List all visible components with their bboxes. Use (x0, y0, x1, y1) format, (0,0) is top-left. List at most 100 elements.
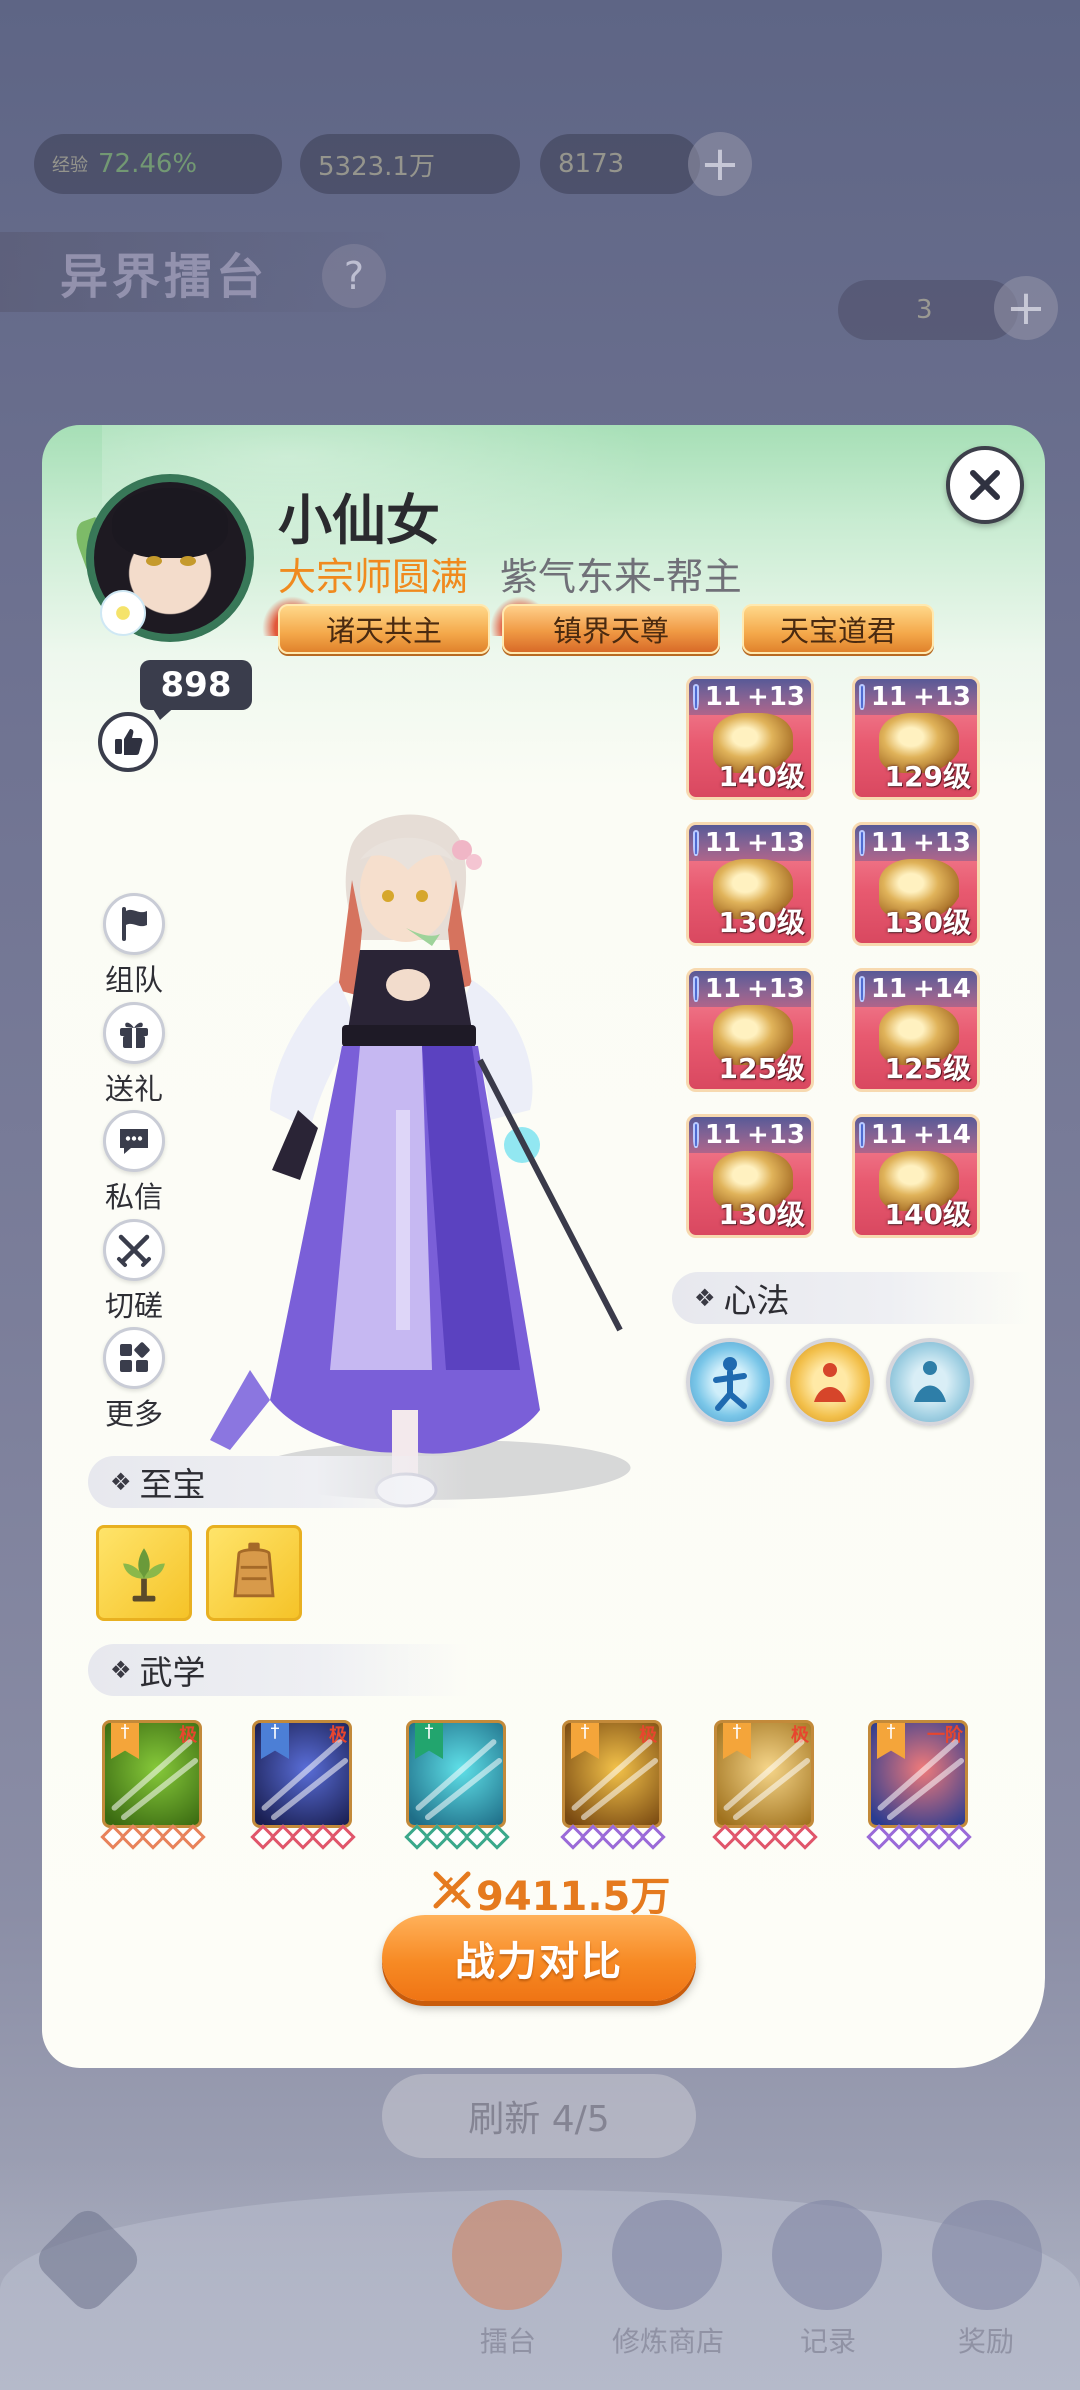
equipment-slot-helmet[interactable]: 11 +13 129级 (852, 676, 980, 800)
martial-skill-2[interactable]: † 极 (252, 1720, 352, 1828)
nav-shop-icon (612, 2200, 722, 2310)
nav-record-icon (772, 2200, 882, 2310)
private-message-button[interactable]: 私信 (94, 1110, 174, 1216)
nav-label-record: 记录 (800, 2325, 857, 2358)
martial-skill-4[interactable]: † 极 (562, 1720, 662, 1828)
shield-icon (859, 684, 865, 710)
equipment-level: 125级 (884, 1052, 971, 1085)
equipment-enhance: +13 (913, 682, 971, 712)
title-badge-1[interactable]: 诸天共主 (278, 604, 490, 654)
martial-skill-3[interactable]: † (406, 1720, 506, 1828)
equipment-tier-bar: 11 +13 (689, 971, 811, 1007)
shield-icon (693, 684, 699, 710)
nav-arena-icon (452, 2200, 562, 2310)
team-up-label: 组队 (104, 963, 163, 997)
crossed-swords-icon (103, 1219, 165, 1281)
title-badge-3[interactable]: 天宝道君 (742, 604, 934, 654)
equipment-slot-boots[interactable]: 11 +13 125级 (686, 968, 814, 1092)
equipment-level: 140级 (884, 1198, 971, 1231)
equipment-tier-bar: 11 +13 (689, 825, 811, 861)
shield-icon (859, 1122, 865, 1148)
equipment-enhance: +14 (913, 1120, 971, 1150)
equipment-slot-armor[interactable]: 11 +13 130级 (686, 822, 814, 946)
shield-icon (859, 830, 865, 856)
equipment-tier: 11 (870, 974, 908, 1004)
equipment-tier: 11 (704, 682, 742, 712)
spar-label: 切磋 (104, 1289, 163, 1323)
private-message-label: 私信 (104, 1180, 163, 1214)
martial-skill-6[interactable]: † 一阶 (868, 1720, 968, 1828)
treasures-header: ❖ 至宝 (88, 1456, 468, 1508)
spar-button[interactable]: 切磋 (94, 1219, 174, 1325)
heart-method-title: 心法 (723, 1281, 790, 1320)
skill-art-icon (723, 1739, 811, 1821)
skill-art-icon (571, 1739, 659, 1821)
more-label: 更多 (104, 1397, 163, 1431)
exp-pill: 经验 72.46% (34, 134, 282, 194)
character-model[interactable] (210, 810, 680, 1530)
stamina-pill: 3 (838, 280, 1018, 340)
refresh-button: 刷新 4/5 (382, 2074, 696, 2158)
more-button[interactable]: 更多 (94, 1327, 174, 1433)
title-badge-2[interactable]: 镇界天尊 (502, 604, 720, 654)
shield-icon (693, 1122, 699, 1148)
martial-skill-1[interactable]: † 极 (102, 1720, 202, 1828)
exp-value: 72.46% (98, 149, 198, 179)
close-icon (970, 470, 1000, 500)
skill-art-icon (111, 1739, 199, 1821)
equipment-enhance: +13 (747, 682, 805, 712)
martial-skill-5[interactable]: † 极 (714, 1720, 814, 1828)
lotus-treasure-icon[interactable] (96, 1525, 192, 1621)
add-currency-button: + (688, 132, 752, 196)
compare-power-button[interactable]: 战力对比 (382, 1915, 696, 2001)
bell-treasure-icon[interactable] (206, 1525, 302, 1621)
player-rank: 大宗师圆满 (278, 555, 469, 599)
like-count: 898 (140, 660, 252, 710)
help-icon: ? (322, 244, 386, 308)
equipment-enhance: +13 (747, 1120, 805, 1150)
add-stamina-button: + (994, 276, 1058, 340)
water-meditation-icon[interactable] (886, 1338, 974, 1426)
gift-icon (103, 1002, 165, 1064)
equipment-slot-greaves[interactable]: 11 +14 125级 (852, 968, 980, 1092)
like-bubble-tail (150, 704, 178, 720)
equipment-tier: 11 (704, 1120, 742, 1150)
avatar-flower-decoration (100, 590, 146, 636)
like-button[interactable] (98, 712, 158, 772)
combat-power-icon (433, 1871, 471, 1909)
skill-art-icon (415, 1739, 503, 1821)
ticket-value: 8173 (558, 149, 625, 179)
equipment-tier: 11 (870, 682, 908, 712)
martial-pose-icon[interactable] (686, 1338, 774, 1426)
treasures-title: 至宝 (139, 1465, 206, 1504)
equipment-tier-bar: 11 +13 (855, 825, 977, 861)
team-up-button[interactable]: 组队 (94, 893, 174, 999)
equipment-slot-ring[interactable]: 11 +13 130级 (686, 1114, 814, 1238)
stamina-value: 3 (916, 295, 933, 325)
nav-label-reward: 奖励 (958, 2325, 1015, 2358)
equipment-enhance: +13 (913, 828, 971, 858)
currency-value: 5323.1万 (318, 151, 435, 182)
equipment-level: 130级 (718, 906, 805, 939)
equipment-slot-amulet[interactable]: 11 +14 140级 (852, 1114, 980, 1238)
equipment-tier-bar: 11 +13 (689, 1117, 811, 1153)
close-button[interactable] (946, 446, 1024, 524)
equipment-slot-pants[interactable]: 11 +13 130级 (852, 822, 980, 946)
equipment-tier-bar: 11 +13 (689, 679, 811, 715)
nav-label-shop: 修炼商店 (612, 2325, 725, 2358)
fire-meditation-icon[interactable] (786, 1338, 874, 1426)
shield-icon (693, 976, 699, 1002)
equipment-tier: 11 (870, 1120, 908, 1150)
equipment-tier-bar: 11 +13 (855, 679, 977, 715)
shield-icon (859, 976, 865, 1002)
equipment-level: 130级 (718, 1198, 805, 1231)
section-diamond-icon: ❖ (110, 1468, 132, 1496)
equipment-enhance: +13 (747, 974, 805, 1004)
nav-label-arena: 擂台 (480, 2325, 537, 2358)
equipment-tier: 11 (870, 828, 908, 858)
send-gift-button[interactable]: 送礼 (94, 1002, 174, 1108)
shield-icon (693, 830, 699, 856)
combat-power-value: 9411.5万 (476, 1874, 671, 1920)
equipment-slot-weapon[interactable]: 11 +13 140级 (686, 676, 814, 800)
equipment-tier-bar: 11 +14 (855, 971, 977, 1007)
